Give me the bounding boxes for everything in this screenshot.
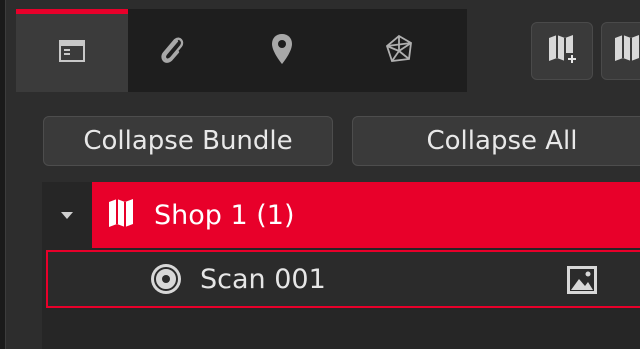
collapse-bundle-button[interactable]: Collapse Bundle [43, 116, 333, 166]
paperclip-icon [156, 32, 186, 70]
bundle-panel: Collapse Bundle Collapse All Shop 1 (1) … [6, 92, 640, 349]
tab-network[interactable] [344, 9, 454, 92]
scan-label: Scan 001 [200, 263, 326, 295]
image-icon[interactable] [564, 262, 600, 298]
bundle-label: Shop 1 (1) [154, 199, 295, 231]
tree-row-bundle[interactable]: Shop 1 (1) [42, 182, 640, 248]
app-window: Collapse Bundle Collapse All Shop 1 (1) … [0, 0, 640, 349]
bundle-button[interactable] [601, 22, 640, 80]
network-icon [383, 33, 415, 69]
tab-panel[interactable] [16, 9, 128, 92]
bundle-tree: Shop 1 (1) Scan 001 [42, 182, 640, 349]
scan-disc-icon [148, 261, 184, 297]
panel-icon [59, 39, 85, 67]
tree-row-scan[interactable]: Scan 001 [46, 250, 640, 308]
map-bundle-icon [106, 197, 140, 233]
bundle-icon [611, 32, 640, 70]
collapse-all-button[interactable]: Collapse All [352, 116, 640, 166]
new-bundle-icon [545, 32, 579, 70]
new-bundle-button[interactable] [531, 22, 593, 80]
bundle-item[interactable]: Shop 1 (1) [92, 182, 640, 248]
caret-down-icon [60, 206, 74, 225]
location-pin-icon [270, 32, 294, 70]
tab-attachments[interactable] [128, 9, 213, 92]
tab-bar [6, 0, 640, 92]
tab-location[interactable] [234, 9, 329, 92]
expand-toggle[interactable] [42, 182, 92, 248]
